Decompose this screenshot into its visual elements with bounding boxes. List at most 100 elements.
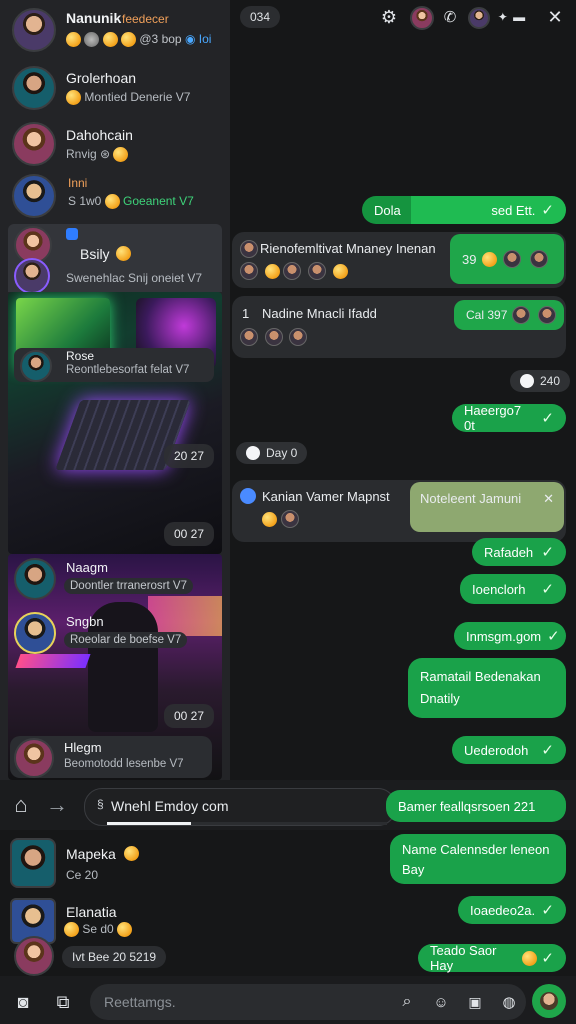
contact-name: Naagm xyxy=(66,560,108,575)
reaction-badge[interactable]: 39 xyxy=(450,234,564,284)
close-icon[interactable]: ✕ xyxy=(544,6,566,28)
forward-arrow-icon[interactable]: → xyxy=(44,792,70,818)
lock-icon: § xyxy=(97,797,104,811)
contact-preview: Montied Denerie V7 xyxy=(84,90,191,104)
camera-icon[interactable]: ◙ xyxy=(10,990,36,1014)
sender-avatar xyxy=(307,262,326,280)
home-icon[interactable]: ⌂ xyxy=(8,792,34,818)
sender-avatar xyxy=(240,328,258,346)
sender-avatar xyxy=(538,306,557,324)
tile-contact-overlay[interactable]: Naagm Doontler trranerosrt V7 xyxy=(10,554,210,600)
message-out[interactable]: Haeergo7 0t ✓ xyxy=(452,403,566,433)
verified-icon xyxy=(240,488,256,504)
contact-avatar xyxy=(12,174,56,218)
message-out[interactable]: Uederodoh ✓ xyxy=(452,736,566,764)
contact-name: Elanatia xyxy=(66,904,117,920)
message-out[interactable]: Teado Saor Hay ✓ xyxy=(418,943,566,973)
profile-meta-row: @3 bop ◉ Ioi xyxy=(66,32,212,48)
quoted-message[interactable]: Noteleent Jamuni ✕ xyxy=(410,482,564,532)
tile-contact-overlay[interactable]: Sngbn Roeolar de boefse V7 xyxy=(10,610,210,656)
message-out[interactable]: Dola sed Ett. ✓ xyxy=(362,196,566,224)
contact-avatar xyxy=(14,612,56,654)
send-avatar-button[interactable] xyxy=(532,984,566,1018)
status-text: Bamer feallqsrsoen 221 xyxy=(398,798,536,814)
tile-contact-overlay[interactable]: Hlegm Beomotodd lesenbe V7 xyxy=(10,736,212,778)
contact-avatar xyxy=(12,66,56,110)
avatar[interactable] xyxy=(468,7,490,29)
app-icon xyxy=(66,228,78,240)
message-out[interactable]: Inmsgm.gom ✓ xyxy=(454,622,566,650)
message-text: Name Calennsder leneon Bay xyxy=(402,842,550,877)
call-icon[interactable]: ✆ xyxy=(440,6,460,28)
contact-name: Grolerhoan xyxy=(66,70,137,86)
counter-pill[interactable]: 034 xyxy=(240,6,281,28)
contact-name: Mapeka xyxy=(66,846,116,862)
message-in[interactable]: 1 Nadine Mnacli Ifadd Cal 397 xyxy=(232,296,566,358)
message-out[interactable]: Ioenclorh ✓ xyxy=(460,574,566,604)
message-input[interactable]: Reettamgs. ⌕ ☺ ▣ ◍ xyxy=(90,984,526,1020)
message-text: Rafadeh xyxy=(484,544,534,560)
reaction-badge[interactable]: Cal 397 xyxy=(454,300,564,330)
contact-preview: Swenehlac Snij oneiet V7 xyxy=(66,271,203,285)
contact-item[interactable]: Inni S 1w0 Goeanent V7 xyxy=(0,170,230,222)
message-in[interactable]: Kanian Vamer Mapnst Noteleent Jamuni ✕ xyxy=(232,480,566,542)
reaction-pill[interactable]: 240 xyxy=(510,370,571,392)
emoji-icon xyxy=(117,922,133,938)
message-text: Inmsgm.gom xyxy=(466,628,542,644)
emoji-icon xyxy=(116,246,131,261)
contact-avatar xyxy=(14,738,54,778)
message-out[interactable]: Ramatail Bedenakan Dnatily xyxy=(408,658,566,718)
message-out[interactable]: Rafadeh ✓ xyxy=(472,538,566,566)
globe-icon: ◉ xyxy=(184,32,196,46)
attach-icon[interactable]: ⧉ xyxy=(50,990,76,1014)
url-text: Wnehl Emdoy com xyxy=(111,798,229,814)
double-check-icon: ✓ xyxy=(541,742,554,759)
badge-text: 39 xyxy=(462,251,477,267)
status-bubble[interactable]: Bamer feallqsrsoen 221 xyxy=(386,790,566,822)
game-icon[interactable]: ◍ xyxy=(498,991,520,1013)
message-in[interactable]: Rienofemltivat Mnaney Inenan 39 xyxy=(232,232,566,288)
contact-tag: Goeanent V7 xyxy=(123,194,194,208)
profile-avatar[interactable] xyxy=(12,8,56,52)
sticker-icon[interactable]: ☺ xyxy=(430,991,452,1013)
more-icon[interactable]: ✦ ▬ xyxy=(490,6,534,28)
gear-icon[interactable]: ⚙ xyxy=(378,6,400,28)
message-text: Rienofemltivat Mnaney Inenan xyxy=(260,241,436,256)
contact-preview: Se d0 xyxy=(82,922,114,936)
address-bar[interactable]: § Wnehl Emdoy com xyxy=(84,788,396,826)
contact-preview: Beomotodd lesenbe V7 xyxy=(64,758,184,770)
emoji-icon xyxy=(104,194,120,210)
day-divider: Day 0 xyxy=(236,442,308,464)
contact-item[interactable]: Mapeka Ce 20 xyxy=(0,834,240,890)
message-text: Nadine Mnacli Ifadd xyxy=(262,306,377,321)
double-check-icon: ✓ xyxy=(547,628,560,645)
emoji-icon xyxy=(102,32,118,48)
message-out[interactable]: Ioaedeo2a. ✓ xyxy=(458,896,566,924)
profile-header[interactable]: Nanunik feedecer @3 bop ◉ Ioi xyxy=(0,0,230,58)
contact-avatar xyxy=(14,258,50,294)
profile-meta2: Ioi xyxy=(198,32,212,46)
contact-avatar xyxy=(20,350,52,382)
avatar[interactable] xyxy=(410,6,434,30)
message-text: Kanian Vamer Mapnst xyxy=(262,489,390,504)
double-check-icon: ✓ xyxy=(541,410,554,427)
contact-avatar xyxy=(12,122,56,166)
profile-name: Nanunik xyxy=(66,10,122,26)
double-check-icon: ✓ xyxy=(541,902,554,919)
contact-item[interactable]: Dahohcain Rnvig ⊛ xyxy=(0,116,230,170)
contact-item-selected[interactable]: Bsily Swenehlac Snij oneiet V7 xyxy=(8,224,222,294)
contact-name: Rose xyxy=(66,349,95,363)
emoji-icon xyxy=(121,32,137,48)
contact-avatar xyxy=(10,838,56,888)
sender-avatar xyxy=(530,250,549,268)
gif-icon[interactable]: ▣ xyxy=(464,991,486,1013)
close-icon[interactable]: ✕ xyxy=(543,491,554,523)
contact-name: Bsily xyxy=(80,246,110,262)
search-icon[interactable]: ⌕ xyxy=(396,991,418,1013)
media-tile[interactable]: Rose Reontlebesorfat felat V7 20 27 00 2… xyxy=(8,292,222,554)
media-tile[interactable]: Naagm Doontler trranerosrt V7 Sngbn Roeo… xyxy=(8,554,222,780)
message-out[interactable]: Name Calennsder leneon Bay xyxy=(390,834,566,884)
contact-avatar xyxy=(14,936,54,976)
tile-contact-overlay[interactable]: Rose Reontlebesorfat felat V7 xyxy=(14,348,214,382)
contact-item[interactable]: Grolerhoan Montied Denerie V7 xyxy=(0,58,230,116)
